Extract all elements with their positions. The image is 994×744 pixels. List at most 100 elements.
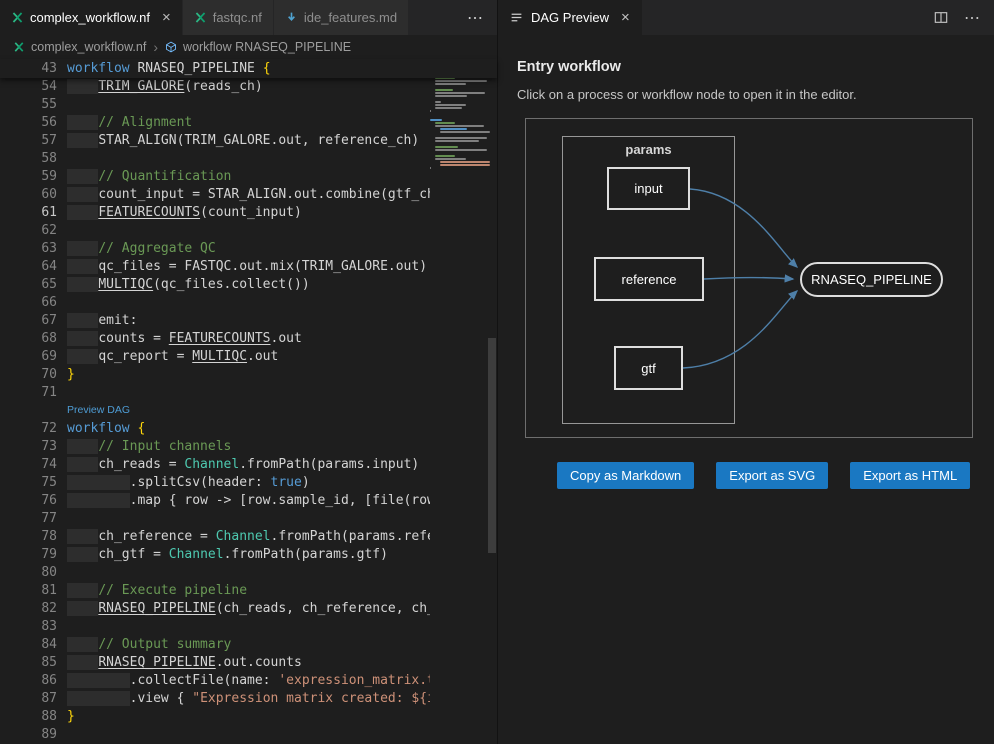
dag-node-gtf[interactable]: gtf xyxy=(614,346,683,390)
export-as-html-button[interactable]: Export as HTML xyxy=(850,462,970,489)
code-token: FEATURECOUNTS xyxy=(169,331,271,346)
code-line[interactable]: 61 FEATURECOUNTS(count_input) xyxy=(0,204,430,222)
code-line[interactable]: 70} xyxy=(0,366,430,384)
breadcrumb-file[interactable]: complex_workflow.nf xyxy=(31,40,146,54)
code-line[interactable]: 63 // Aggregate QC xyxy=(0,240,430,258)
codelens-preview-dag[interactable]: Preview DAG xyxy=(67,402,130,420)
code-line[interactable]: 56 // Alignment xyxy=(0,114,430,132)
code-line[interactable]: 59 // Quantification xyxy=(0,168,430,186)
line-number: 63 xyxy=(0,240,67,258)
code-line[interactable]: 65 MULTIQC(qc_files.collect()) xyxy=(0,276,430,294)
breadcrumb[interactable]: complex_workflow.nf › workflow RNASEQ_PI… xyxy=(0,35,497,59)
code-text: } xyxy=(67,366,75,384)
code-line[interactable]: 79 ch_gtf = Channel.fromPath(params.gtf) xyxy=(0,546,430,564)
code-line[interactable]: 82 RNASEQ_PIPELINE(ch_reads, ch_referenc… xyxy=(0,600,430,618)
dag-node-rnaseq-pipeline[interactable]: RNASEQ_PIPELINE xyxy=(800,262,943,297)
code-token: Channel xyxy=(169,547,224,562)
code-token: ch_reads = xyxy=(98,457,184,472)
code-line[interactable]: 60 count_input = STAR_ALIGN.out.combine(… xyxy=(0,186,430,204)
minimap-line xyxy=(435,122,455,124)
code-line[interactable]: 83 xyxy=(0,618,430,636)
line-number xyxy=(0,402,67,420)
code-editor[interactable]: 54 TRIM_GALORE(reads_ch)5556 // Alignmen… xyxy=(0,78,430,744)
code-line[interactable]: 77 xyxy=(0,510,430,528)
code-line[interactable]: 88} xyxy=(0,708,430,726)
line-number: 65 xyxy=(0,276,67,294)
line-number: 70 xyxy=(0,366,67,384)
code-line[interactable]: 81 // Execute pipeline xyxy=(0,582,430,600)
close-icon[interactable]: × xyxy=(162,10,171,25)
codelens-row[interactable]: Preview DAG xyxy=(0,402,430,420)
code-line[interactable]: 85 RNASEQ_PIPELINE.out.counts xyxy=(0,654,430,672)
code-line[interactable]: 87 .view { "Expression matrix created: $… xyxy=(0,690,430,708)
code-line[interactable]: 74 ch_reads = Channel.fromPath(params.in… xyxy=(0,456,430,474)
vertical-scrollbar[interactable] xyxy=(487,60,497,744)
code-line[interactable]: 86 .collectFile(name: 'expression_matrix… xyxy=(0,672,430,690)
tab-dag-preview[interactable]: DAG Preview × xyxy=(498,0,642,35)
line-number: 83 xyxy=(0,618,67,636)
code-token xyxy=(67,241,98,256)
line-number: 62 xyxy=(0,222,67,240)
tab-overflow-button[interactable]: ⋯ xyxy=(453,8,497,28)
minimap-line xyxy=(430,167,431,169)
panel-body: Entry workflow Click on a process or wor… xyxy=(498,35,994,489)
code-text: // Output summary xyxy=(67,636,231,654)
export-as-svg-button[interactable]: Export as SVG xyxy=(716,462,828,489)
tab-complex-workflow[interactable]: complex_workflow.nf × xyxy=(0,0,183,35)
line-number: 57 xyxy=(0,132,67,150)
tab-ide-features[interactable]: ide_features.md xyxy=(274,0,409,35)
panel-tab-label: DAG Preview xyxy=(531,10,609,25)
code-line[interactable]: 89 xyxy=(0,726,430,744)
code-line[interactable]: 57 STAR_ALIGN(TRIM_GALORE.out, reference… xyxy=(0,132,430,150)
code-line[interactable]: 64 qc_files = FASTQC.out.mix(TRIM_GALORE… xyxy=(0,258,430,276)
code-token: MULTIQC xyxy=(192,349,247,364)
code-line[interactable]: 72workflow { xyxy=(0,420,430,438)
minimap[interactable] xyxy=(430,60,487,744)
code-text: emit: xyxy=(67,312,137,330)
scrollbar-thumb[interactable] xyxy=(488,338,496,553)
code-line[interactable]: 73 // Input channels xyxy=(0,438,430,456)
breadcrumb-symbol[interactable]: workflow RNASEQ_PIPELINE xyxy=(183,40,351,54)
minimap-line xyxy=(435,149,487,151)
split-editor-icon[interactable] xyxy=(934,11,948,24)
line-number: 86 xyxy=(0,672,67,690)
line-number: 60 xyxy=(0,186,67,204)
sticky-scroll-line[interactable]: 43 workflow RNASEQ_PIPELINE { xyxy=(0,59,497,78)
code-line[interactable]: 71 xyxy=(0,384,430,402)
code-line[interactable]: 54 TRIM_GALORE(reads_ch) xyxy=(0,78,430,96)
code-token xyxy=(67,205,98,220)
code-token: // Execute pipeline xyxy=(98,583,247,598)
more-actions-icon[interactable]: ⋯ xyxy=(964,8,980,28)
dag-node-input[interactable]: input xyxy=(607,167,690,210)
code-line[interactable]: 76 .map { row -> [row.sample_id, [file(r… xyxy=(0,492,430,510)
code-token: (qc_files.collect()) xyxy=(153,277,310,292)
code-token xyxy=(67,637,98,652)
code-line[interactable]: 78 ch_reference = Channel.fromPath(param… xyxy=(0,528,430,546)
close-icon[interactable]: × xyxy=(621,9,630,26)
code-text: .splitCsv(header: true) xyxy=(67,474,310,492)
line-number: 54 xyxy=(0,78,67,96)
code-token xyxy=(67,331,98,346)
line-number: 55 xyxy=(0,96,67,114)
code-line[interactable]: 67 emit: xyxy=(0,312,430,330)
code-line[interactable]: 80 xyxy=(0,564,430,582)
tab-fastqc[interactable]: fastqc.nf xyxy=(183,0,274,35)
code-line[interactable]: 62 xyxy=(0,222,430,240)
code-token xyxy=(67,313,98,328)
copy-as-markdown-button[interactable]: Copy as Markdown xyxy=(557,462,694,489)
panel-actions: ⋯ xyxy=(934,0,994,35)
code-line[interactable]: 55 xyxy=(0,96,430,114)
code-line[interactable]: 75 .splitCsv(header: true) xyxy=(0,474,430,492)
code-line[interactable]: 69 qc_report = MULTIQC.out xyxy=(0,348,430,366)
code-line[interactable]: 66 xyxy=(0,294,430,312)
code-line[interactable]: 58 xyxy=(0,150,430,168)
code-token xyxy=(67,277,98,292)
code-line[interactable]: 68 counts = FEATURECOUNTS.out xyxy=(0,330,430,348)
edge-reference-to-pipeline xyxy=(704,278,793,280)
code-line[interactable]: 84 // Output summary xyxy=(0,636,430,654)
minimap-line xyxy=(435,104,466,106)
dag-node-reference[interactable]: reference xyxy=(594,257,704,301)
line-number: 69 xyxy=(0,348,67,366)
code-token: 'expression_matrix.txt' xyxy=(278,673,430,688)
line-number: 87 xyxy=(0,690,67,708)
